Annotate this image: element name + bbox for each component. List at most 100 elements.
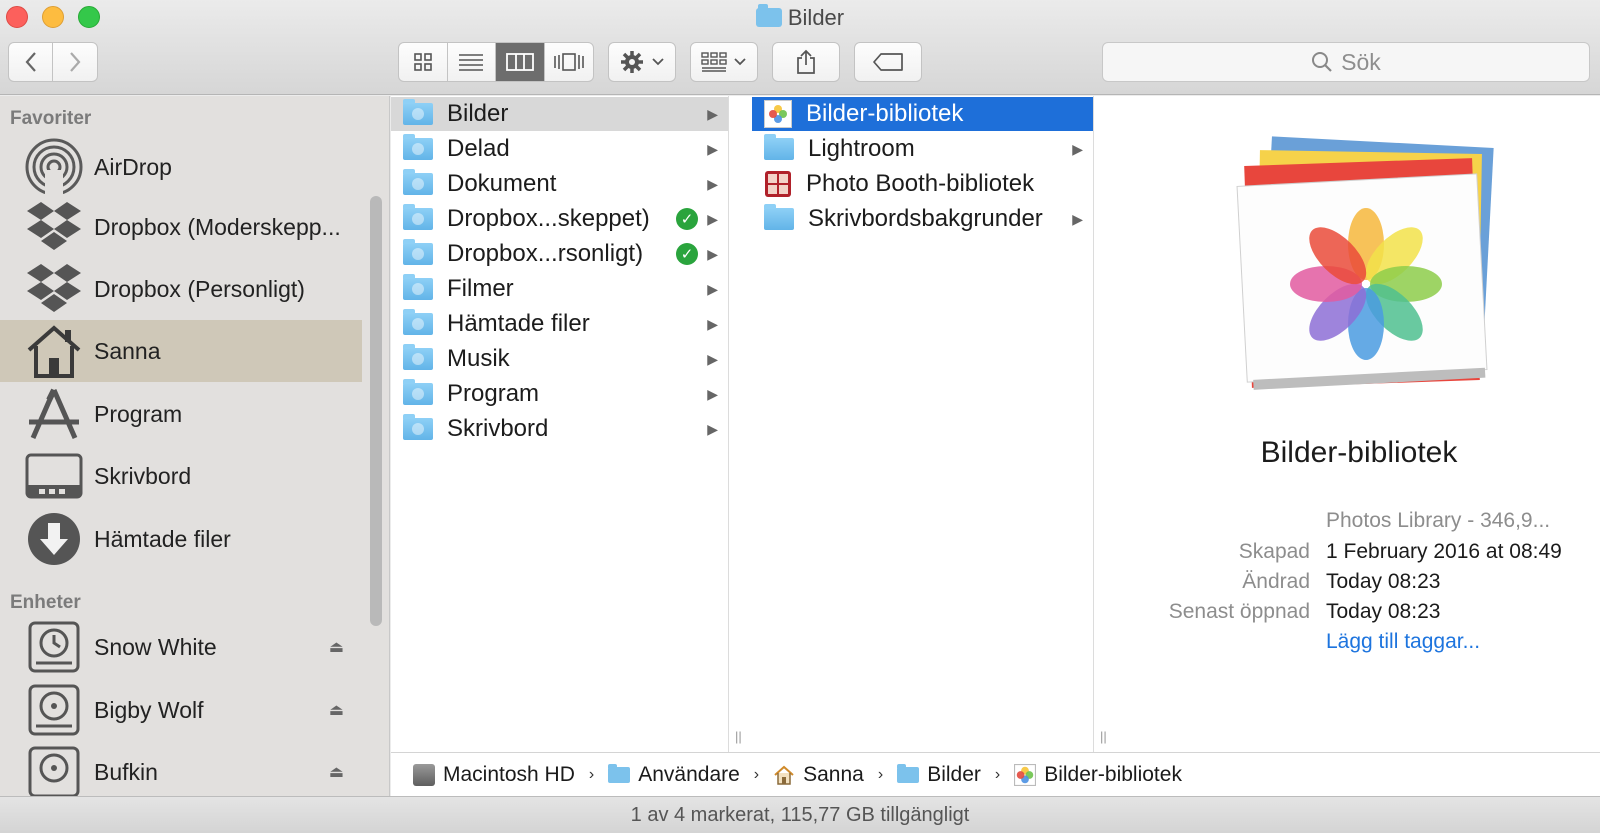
sidebar-item-hamtade-filer[interactable]: Hämtade filer [0,508,362,570]
sidebar-item-bigby-wolf[interactable]: Bigby Wolf ⏏ [0,679,362,741]
sidebar-item-label: AirDrop [94,153,172,180]
disclosure-arrow-icon: ▶ [707,385,718,402]
grid-icon [413,53,432,71]
add-tags-link[interactable]: Lägg till taggar... [1326,630,1480,654]
home-icon [24,321,84,381]
preview-title: Bilder-bibliotek [1260,436,1458,469]
sidebar-scrollbar[interactable] [370,196,382,626]
pictures-folder-icon [755,4,782,27]
list-item[interactable]: Musik ▶ [391,342,728,376]
sidebar-item-label: Hämtade filer [94,525,231,552]
photos-library-large-icon [1236,136,1494,390]
share-button[interactable] [772,42,840,82]
sidebar-item-snow-white[interactable]: Snow White ⏏ [0,616,362,678]
sidebar-item-program[interactable]: Program [0,383,362,445]
column-resize-handle[interactable]: || [729,96,752,752]
search-icon [1312,52,1332,72]
home-icon [774,765,794,785]
disclosure-arrow-icon: ▶ [707,210,718,227]
path-item-bilder[interactable]: Bilder [897,763,981,787]
list-view-button[interactable] [448,43,496,81]
preview-kind: Photos Library - 346,9... [1326,509,1551,532]
list-item[interactable]: Hämtade filer ▶ [391,307,728,341]
airdrop-icon [24,137,84,197]
list-item[interactable]: Skrivbord ▶ [391,412,728,446]
disclosure-arrow-icon: ▶ [707,245,718,262]
path-item-bilder-bibliotek[interactable]: Bilder-bibliotek [1014,763,1182,787]
column-home-folder: Bilder ▶ Delad ▶ Dokument ▶ Dropbox...skepp… [391,96,729,752]
list-item[interactable]: Dropbox...skeppet) ✓ ▶ [391,202,728,236]
list-item[interactable]: Program ▶ [391,377,728,411]
edit-tags-button[interactable] [854,42,922,82]
list-item[interactable]: Filmer ▶ [391,272,728,306]
list-item[interactable]: Dropbox...rsonligt) ✓ ▶ [391,237,728,271]
list-item[interactable]: Dokument ▶ [391,167,728,201]
path-item-anvandare[interactable]: Användare [608,763,740,787]
list-item[interactable]: Bilder ▶ [391,97,728,131]
list-item[interactable]: Delad ▶ [391,132,728,166]
disclosure-arrow-icon: ▶ [707,350,718,367]
list-item[interactable]: Photo Booth-bibliotek [752,167,1093,201]
list-item[interactable]: Skrivbordsbakgrunder ▶ [752,202,1093,236]
action-menu-button[interactable] [608,42,676,82]
eject-icon[interactable]: ⏏ [329,762,344,782]
cover-flow-view-button[interactable] [545,43,594,81]
back-button[interactable] [9,43,54,81]
sidebar-item-label: Dropbox (Moderskepp... [94,213,341,240]
last-opened-label: Senast öppnad [1168,600,1310,623]
disk-icon [24,680,84,740]
music-folder-icon [403,344,433,370]
path-separator-icon: › [994,765,1001,783]
downloads-folder-icon [403,309,433,335]
navigation-buttons [8,42,98,82]
documents-folder-icon [403,169,433,195]
created-value: 1 February 2016 at 08:49 [1326,540,1562,563]
eject-icon[interactable]: ⏏ [329,700,344,720]
column-resize-handle[interactable]: || [1094,96,1118,752]
modified-label: Ändrad [1242,570,1310,593]
icon-view-button[interactable] [399,43,448,81]
path-item-macintosh-hd[interactable]: Macintosh HD [413,763,575,787]
path-item-sanna[interactable]: Sanna [773,763,864,787]
disclosure-arrow-icon: ▶ [707,140,718,157]
folder-icon [764,204,794,230]
search-field[interactable]: Sök [1102,42,1590,82]
eject-icon[interactable]: ⏏ [329,637,344,657]
sidebar-item-dropbox-personligt[interactable]: Dropbox (Personligt) [0,258,362,320]
sidebar-item-dropbox-moderskeppet[interactable]: Dropbox (Moderskepp... [0,196,362,258]
hard-disk-icon [413,763,435,786]
sidebar-item-label: Dropbox (Personligt) [94,275,305,302]
list-icon [459,54,484,71]
forward-button[interactable] [53,43,97,81]
shared-folder-icon [403,134,433,160]
sidebar-item-label: Bigby Wolf [94,696,204,723]
photos-library-icon [1014,763,1037,786]
photos-library-icon [764,100,792,128]
arrange-menu-button[interactable] [690,42,758,82]
sidebar-item-bufkin[interactable]: Bufkin ⏏ [0,741,362,796]
sidebar-item-label: Snow White [94,633,217,660]
sync-check-icon: ✓ [676,208,698,230]
disclosure-arrow-icon: ▶ [707,105,718,122]
sidebar-item-skrivbord[interactable]: Skrivbord [0,445,362,507]
arrange-grid-icon [701,52,727,72]
users-folder-icon [608,763,631,783]
disclosure-arrow-icon: ▶ [707,420,718,437]
list-item[interactable]: Bilder-bibliotek [752,97,1093,131]
sidebar-item-airdrop[interactable]: AirDrop [0,136,362,198]
sidebar-item-sanna[interactable]: Sanna [0,320,362,382]
preview-pane: Bilder-bibliotek Photos Library - 346,9.… [1118,96,1600,752]
column-view-button[interactable] [496,43,545,81]
folder-icon [764,134,794,160]
status-bar: 1 av 4 markerat, 115,77 GB tillgängligt [0,796,1600,833]
path-separator-icon: › [588,765,595,783]
search-placeholder: Sök [1341,48,1381,75]
list-item[interactable]: Lightroom ▶ [752,132,1093,166]
last-opened-value: Today 08:23 [1326,600,1441,623]
applications-folder-icon [403,379,433,405]
sidebar-item-label: Skrivbord [94,462,192,489]
chevron-down-icon [734,58,746,66]
dropbox-icon [24,259,84,319]
view-mode-control [398,42,594,82]
dropbox-icon [24,197,84,257]
